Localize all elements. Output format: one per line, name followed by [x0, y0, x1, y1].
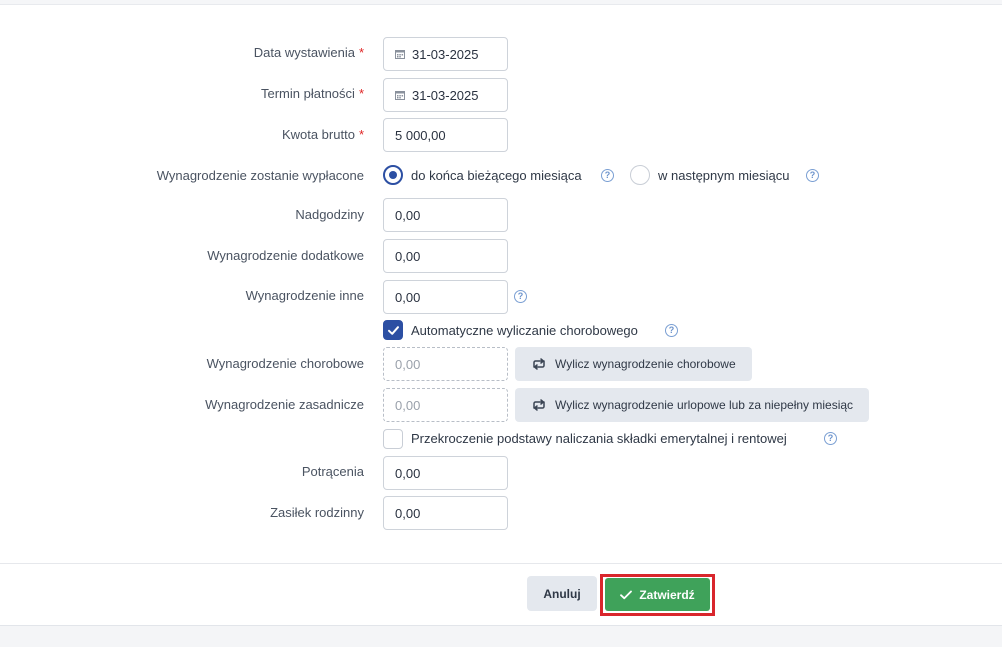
sick-pay-label: Wynagrodzenie chorobowe — [206, 356, 364, 371]
payout-radio-next-month[interactable] — [630, 165, 650, 185]
calculate-sick-pay-label: Wylicz wynagrodzenie chorobowe — [555, 357, 736, 371]
page-footer-area — [0, 625, 1002, 647]
deductions-label: Potrącenia — [301, 464, 364, 479]
issue-date-value: 31-03-2025 — [412, 46, 479, 62]
calculate-sick-pay-button[interactable]: Wylicz wynagrodzenie chorobowe — [515, 347, 752, 381]
calendar-icon — [395, 90, 405, 100]
auto-sick-checkbox[interactable] — [383, 320, 403, 340]
issue-date-label: Data wystawienia * — [253, 45, 364, 60]
overtime-input[interactable]: 0,00 — [383, 198, 508, 232]
confirm-button[interactable]: Zatwierdź — [605, 578, 710, 611]
check-icon — [620, 590, 633, 599]
exceed-basis-checkbox[interactable] — [383, 429, 403, 449]
payout-option-next-month-label: w następnym miesiącu — [658, 168, 790, 183]
due-date-field[interactable]: 31-03-2025 — [383, 78, 508, 112]
other-pay-input[interactable]: 0,00 — [383, 280, 508, 314]
payout-option-current-month-label: do końca bieżącego miesiąca — [411, 168, 582, 183]
question-circle-icon[interactable]: ? — [824, 432, 837, 445]
check-icon — [388, 326, 399, 335]
sick-pay-placeholder: 0,00 — [395, 356, 421, 372]
confirm-label: Zatwierdź — [639, 587, 695, 602]
auto-sick-label: Automatyczne wyliczanie chorobowego — [411, 323, 638, 338]
additional-pay-value: 0,00 — [395, 248, 421, 264]
overtime-label: Nadgodziny — [295, 207, 364, 222]
due-date-value: 31-03-2025 — [412, 87, 479, 103]
overtime-value: 0,00 — [395, 207, 421, 223]
question-circle-icon[interactable]: ? — [514, 290, 527, 303]
family-allowance-value: 0,00 — [395, 505, 421, 521]
gross-amount-label: Kwota brutto * — [281, 127, 364, 142]
refresh-icon — [533, 399, 545, 411]
family-allowance-label: Zasiłek rodzinny — [270, 505, 364, 520]
footer-divider — [0, 563, 1002, 564]
calculate-holiday-pay-label: Wylicz wynagrodzenie urlopowe lub za nie… — [555, 398, 854, 412]
other-pay-label: Wynagrodzenie inne — [245, 288, 364, 303]
gross-amount-value: 5 000,00 — [395, 127, 446, 143]
refresh-icon — [533, 358, 545, 370]
gross-amount-input[interactable]: 5 000,00 — [383, 118, 508, 152]
issue-date-field[interactable]: 31-03-2025 — [383, 37, 508, 71]
due-date-label: Termin płatności * — [261, 86, 364, 101]
base-pay-input[interactable]: 0,00 — [383, 388, 508, 422]
payout-label: Wynagrodzenie zostanie wypłacone — [156, 168, 364, 183]
sick-pay-input[interactable]: 0,00 — [383, 347, 508, 381]
payout-radio-current-month[interactable] — [383, 165, 403, 185]
additional-pay-label: Wynagrodzenie dodatkowe — [207, 248, 364, 263]
base-pay-label: Wynagrodzenie zasadnicze — [205, 397, 364, 412]
deductions-input[interactable]: 0,00 — [383, 456, 508, 490]
question-circle-icon[interactable]: ? — [601, 169, 614, 182]
exceed-basis-label: Przekroczenie podstawy naliczania składk… — [411, 431, 787, 446]
family-allowance-input[interactable]: 0,00 — [383, 496, 508, 530]
additional-pay-input[interactable]: 0,00 — [383, 239, 508, 273]
cancel-button[interactable]: Anuluj — [527, 576, 597, 611]
calculate-holiday-pay-button[interactable]: Wylicz wynagrodzenie urlopowe lub za nie… — [515, 388, 870, 422]
calendar-icon — [395, 49, 405, 59]
deductions-value: 0,00 — [395, 465, 421, 481]
base-pay-placeholder: 0,00 — [395, 397, 421, 413]
question-circle-icon[interactable]: ? — [806, 169, 819, 182]
question-circle-icon[interactable]: ? — [665, 324, 678, 337]
other-pay-value: 0,00 — [395, 289, 421, 305]
top-strip — [0, 0, 1002, 5]
